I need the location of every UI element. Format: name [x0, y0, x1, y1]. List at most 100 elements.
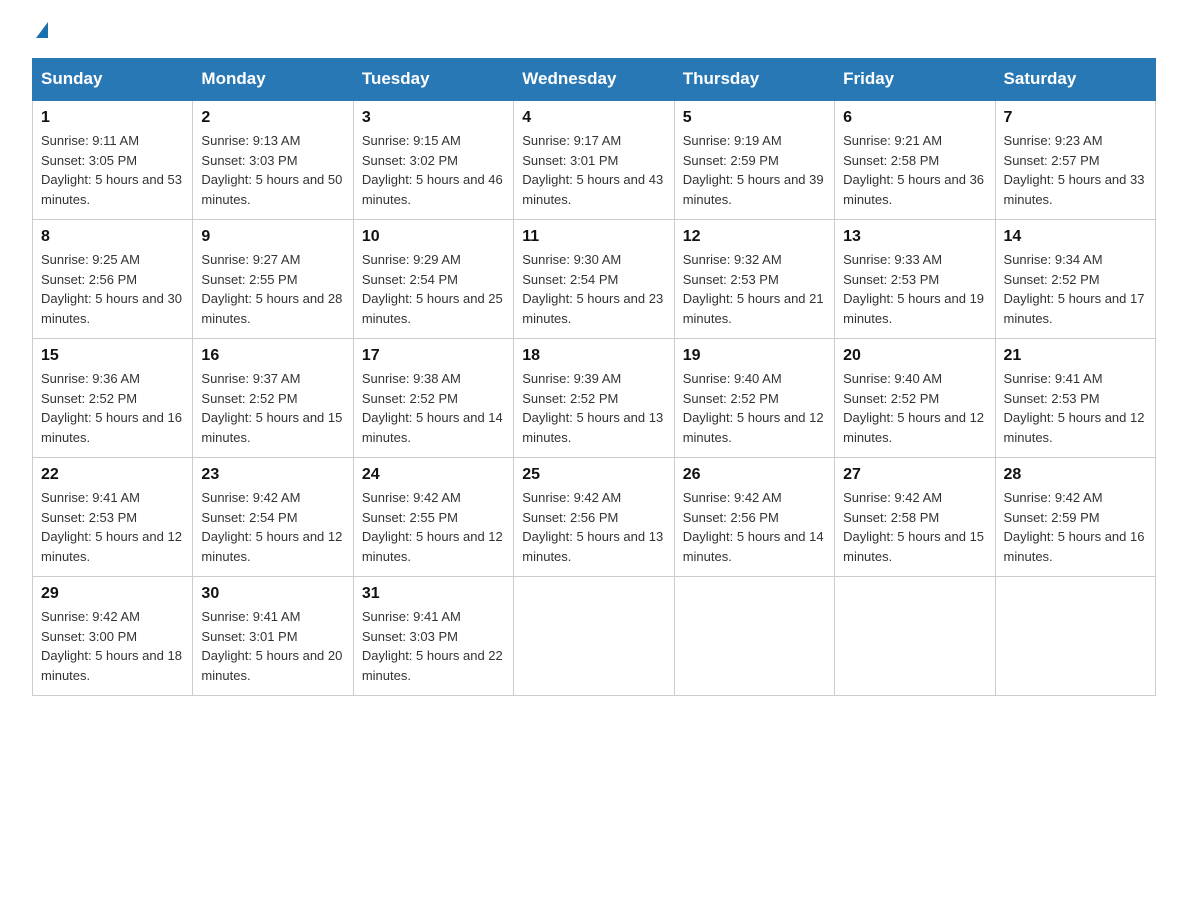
- calendar-table: SundayMondayTuesdayWednesdayThursdayFrid…: [32, 58, 1156, 696]
- calendar-cell: 27 Sunrise: 9:42 AMSunset: 2:58 PMDaylig…: [835, 458, 995, 577]
- calendar-cell: 18 Sunrise: 9:39 AMSunset: 2:52 PMDaylig…: [514, 339, 674, 458]
- day-number: 10: [362, 228, 505, 246]
- day-number: 23: [201, 466, 344, 484]
- calendar-cell: 12 Sunrise: 9:32 AMSunset: 2:53 PMDaylig…: [674, 220, 834, 339]
- calendar-cell: 5 Sunrise: 9:19 AMSunset: 2:59 PMDayligh…: [674, 100, 834, 220]
- day-number: 12: [683, 228, 826, 246]
- day-number: 6: [843, 109, 986, 127]
- calendar-cell: 19 Sunrise: 9:40 AMSunset: 2:52 PMDaylig…: [674, 339, 834, 458]
- day-number: 17: [362, 347, 505, 365]
- day-info: Sunrise: 9:37 AMSunset: 2:52 PMDaylight:…: [201, 371, 342, 445]
- day-header-sunday: Sunday: [33, 59, 193, 101]
- calendar-cell: 1 Sunrise: 9:11 AMSunset: 3:05 PMDayligh…: [33, 100, 193, 220]
- day-info: Sunrise: 9:41 AMSunset: 2:53 PMDaylight:…: [1004, 371, 1145, 445]
- calendar-cell: 24 Sunrise: 9:42 AMSunset: 2:55 PMDaylig…: [353, 458, 513, 577]
- calendar-cell: 9 Sunrise: 9:27 AMSunset: 2:55 PMDayligh…: [193, 220, 353, 339]
- day-info: Sunrise: 9:39 AMSunset: 2:52 PMDaylight:…: [522, 371, 663, 445]
- day-number: 11: [522, 228, 665, 246]
- day-number: 26: [683, 466, 826, 484]
- week-row-3: 15 Sunrise: 9:36 AMSunset: 2:52 PMDaylig…: [33, 339, 1156, 458]
- day-number: 15: [41, 347, 184, 365]
- calendar-cell: 21 Sunrise: 9:41 AMSunset: 2:53 PMDaylig…: [995, 339, 1155, 458]
- calendar-cell: 14 Sunrise: 9:34 AMSunset: 2:52 PMDaylig…: [995, 220, 1155, 339]
- day-info: Sunrise: 9:41 AMSunset: 2:53 PMDaylight:…: [41, 490, 182, 564]
- calendar-cell: 26 Sunrise: 9:42 AMSunset: 2:56 PMDaylig…: [674, 458, 834, 577]
- day-number: 4: [522, 109, 665, 127]
- day-number: 24: [362, 466, 505, 484]
- day-number: 30: [201, 585, 344, 603]
- day-number: 3: [362, 109, 505, 127]
- calendar-cell: 17 Sunrise: 9:38 AMSunset: 2:52 PMDaylig…: [353, 339, 513, 458]
- day-info: Sunrise: 9:36 AMSunset: 2:52 PMDaylight:…: [41, 371, 182, 445]
- day-info: Sunrise: 9:15 AMSunset: 3:02 PMDaylight:…: [362, 133, 503, 207]
- day-number: 18: [522, 347, 665, 365]
- calendar-cell: [995, 577, 1155, 696]
- calendar-cell: 8 Sunrise: 9:25 AMSunset: 2:56 PMDayligh…: [33, 220, 193, 339]
- day-info: Sunrise: 9:11 AMSunset: 3:05 PMDaylight:…: [41, 133, 182, 207]
- calendar-cell: 30 Sunrise: 9:41 AMSunset: 3:01 PMDaylig…: [193, 577, 353, 696]
- week-row-4: 22 Sunrise: 9:41 AMSunset: 2:53 PMDaylig…: [33, 458, 1156, 577]
- day-info: Sunrise: 9:42 AMSunset: 2:58 PMDaylight:…: [843, 490, 984, 564]
- day-number: 1: [41, 109, 184, 127]
- day-info: Sunrise: 9:17 AMSunset: 3:01 PMDaylight:…: [522, 133, 663, 207]
- day-info: Sunrise: 9:30 AMSunset: 2:54 PMDaylight:…: [522, 252, 663, 326]
- day-info: Sunrise: 9:42 AMSunset: 2:56 PMDaylight:…: [683, 490, 824, 564]
- calendar-cell: 3 Sunrise: 9:15 AMSunset: 3:02 PMDayligh…: [353, 100, 513, 220]
- calendar-cell: 11 Sunrise: 9:30 AMSunset: 2:54 PMDaylig…: [514, 220, 674, 339]
- calendar-cell: 22 Sunrise: 9:41 AMSunset: 2:53 PMDaylig…: [33, 458, 193, 577]
- day-number: 25: [522, 466, 665, 484]
- day-info: Sunrise: 9:42 AMSunset: 2:56 PMDaylight:…: [522, 490, 663, 564]
- calendar-cell: [514, 577, 674, 696]
- calendar-cell: 10 Sunrise: 9:29 AMSunset: 2:54 PMDaylig…: [353, 220, 513, 339]
- day-number: 28: [1004, 466, 1147, 484]
- calendar-cell: 4 Sunrise: 9:17 AMSunset: 3:01 PMDayligh…: [514, 100, 674, 220]
- day-number: 5: [683, 109, 826, 127]
- calendar-cell: 15 Sunrise: 9:36 AMSunset: 2:52 PMDaylig…: [33, 339, 193, 458]
- day-number: 27: [843, 466, 986, 484]
- day-number: 16: [201, 347, 344, 365]
- day-info: Sunrise: 9:13 AMSunset: 3:03 PMDaylight:…: [201, 133, 342, 207]
- day-info: Sunrise: 9:40 AMSunset: 2:52 PMDaylight:…: [843, 371, 984, 445]
- logo-area: [32, 24, 48, 40]
- day-header-tuesday: Tuesday: [353, 59, 513, 101]
- day-number: 7: [1004, 109, 1147, 127]
- calendar-cell: 13 Sunrise: 9:33 AMSunset: 2:53 PMDaylig…: [835, 220, 995, 339]
- day-header-friday: Friday: [835, 59, 995, 101]
- day-number: 2: [201, 109, 344, 127]
- calendar-cell: [674, 577, 834, 696]
- day-number: 22: [41, 466, 184, 484]
- calendar-cell: 31 Sunrise: 9:41 AMSunset: 3:03 PMDaylig…: [353, 577, 513, 696]
- day-info: Sunrise: 9:34 AMSunset: 2:52 PMDaylight:…: [1004, 252, 1145, 326]
- day-number: 31: [362, 585, 505, 603]
- day-info: Sunrise: 9:38 AMSunset: 2:52 PMDaylight:…: [362, 371, 503, 445]
- calendar-cell: 20 Sunrise: 9:40 AMSunset: 2:52 PMDaylig…: [835, 339, 995, 458]
- day-info: Sunrise: 9:29 AMSunset: 2:54 PMDaylight:…: [362, 252, 503, 326]
- day-info: Sunrise: 9:42 AMSunset: 2:59 PMDaylight:…: [1004, 490, 1145, 564]
- day-info: Sunrise: 9:42 AMSunset: 3:00 PMDaylight:…: [41, 609, 182, 683]
- day-info: Sunrise: 9:41 AMSunset: 3:01 PMDaylight:…: [201, 609, 342, 683]
- calendar-cell: 29 Sunrise: 9:42 AMSunset: 3:00 PMDaylig…: [33, 577, 193, 696]
- day-info: Sunrise: 9:19 AMSunset: 2:59 PMDaylight:…: [683, 133, 824, 207]
- day-header-monday: Monday: [193, 59, 353, 101]
- day-number: 8: [41, 228, 184, 246]
- page-header: [32, 24, 1156, 40]
- day-info: Sunrise: 9:32 AMSunset: 2:53 PMDaylight:…: [683, 252, 824, 326]
- day-info: Sunrise: 9:25 AMSunset: 2:56 PMDaylight:…: [41, 252, 182, 326]
- day-headers-row: SundayMondayTuesdayWednesdayThursdayFrid…: [33, 59, 1156, 101]
- calendar-header: SundayMondayTuesdayWednesdayThursdayFrid…: [33, 59, 1156, 101]
- calendar-cell: 6 Sunrise: 9:21 AMSunset: 2:58 PMDayligh…: [835, 100, 995, 220]
- day-info: Sunrise: 9:21 AMSunset: 2:58 PMDaylight:…: [843, 133, 984, 207]
- calendar-body: 1 Sunrise: 9:11 AMSunset: 3:05 PMDayligh…: [33, 100, 1156, 696]
- calendar-cell: [835, 577, 995, 696]
- day-header-thursday: Thursday: [674, 59, 834, 101]
- day-number: 20: [843, 347, 986, 365]
- day-number: 9: [201, 228, 344, 246]
- calendar-cell: 2 Sunrise: 9:13 AMSunset: 3:03 PMDayligh…: [193, 100, 353, 220]
- logo-general-text: [32, 24, 48, 40]
- calendar-cell: 28 Sunrise: 9:42 AMSunset: 2:59 PMDaylig…: [995, 458, 1155, 577]
- calendar-cell: 16 Sunrise: 9:37 AMSunset: 2:52 PMDaylig…: [193, 339, 353, 458]
- day-number: 21: [1004, 347, 1147, 365]
- day-info: Sunrise: 9:33 AMSunset: 2:53 PMDaylight:…: [843, 252, 984, 326]
- logo-arrow-icon: [36, 22, 48, 38]
- week-row-1: 1 Sunrise: 9:11 AMSunset: 3:05 PMDayligh…: [33, 100, 1156, 220]
